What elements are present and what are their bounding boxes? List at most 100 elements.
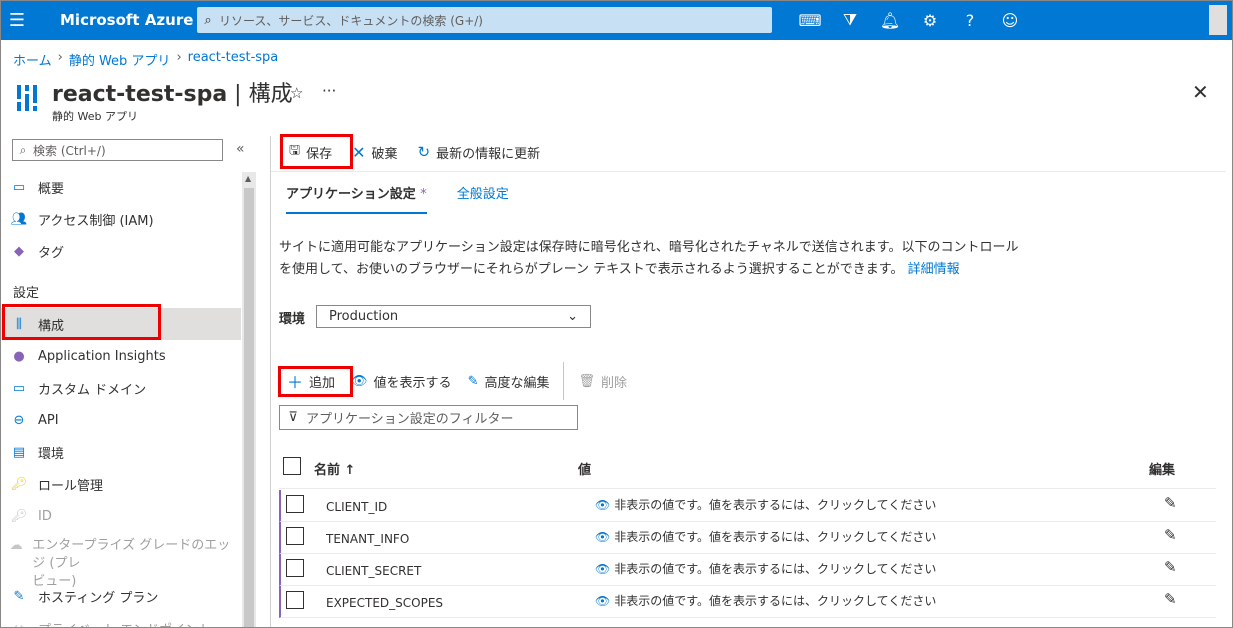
refresh-button[interactable]: ↻ 最新の情報に更新 [408,136,551,168]
close-icon[interactable]: ✕ [1192,80,1209,104]
sidebar-item-tags[interactable]: ◆ タグ [0,235,241,267]
identity-icon: 🔑︎ [10,508,28,524]
feedback-icon[interactable]: ☺ [990,0,1030,40]
sidebar-item-private-endpoint: ↔ プライベート エンドポイント [0,612,241,628]
row-checkbox[interactable] [286,559,304,577]
eye-icon: 👁︎ [351,373,368,389]
search-icon: ⌕ [19,142,27,157]
help-icon[interactable]: ? [950,0,990,40]
sidebar-item-hosting-plan[interactable]: ✎ ホスティング プラン [0,580,241,612]
hidden-value[interactable]: 👁︎ 非表示の値です。値を表示するには、クリックしてください [595,560,936,577]
hamburger-menu-icon[interactable]: ☰ [0,0,34,40]
sidebar-item-environment[interactable]: ▤ 環境 [0,436,241,468]
edit-pencil-icon[interactable]: ✎ [1164,558,1177,576]
description-text: サイトに適用可能なアプリケーション設定は保存時に暗号化され、暗号化されたチャネル… [279,240,1019,277]
breadcrumb-static-web-apps[interactable]: 静的 Web アプリ [69,50,171,69]
scroll-up-icon[interactable]: ▲ [245,174,251,183]
private-endpoint-icon: ↔ [13,620,25,628]
sidebar-search-input[interactable]: ⌕ 検索 (Ctrl+/) [12,139,223,161]
hidden-value[interactable]: 👁︎ 非表示の値です。値を表示するには、クリックしてください [595,592,936,609]
api-icon: ⊖ [13,412,25,428]
top-icon-bar: ⌨ ⧩ 🔔︎ ⚙ ? ☺ [790,0,1030,40]
collapse-sidebar-icon[interactable]: « [236,141,245,157]
avatar[interactable] [1209,5,1227,35]
delete-button: 🗑︎ 削除 [578,373,628,391]
chevron-right-icon: › [176,50,182,65]
sidebar-item-custom-domain[interactable]: ▭ カスタム ドメイン [0,372,241,404]
column-header-edit: 編集 [1149,463,1176,478]
edit-pencil-icon[interactable]: ✎ [1164,526,1177,544]
highlight-box-save [280,134,353,169]
toolbar-divider [271,171,1226,172]
directory-filter-icon[interactable]: ⧩ [830,0,870,40]
top-bar: ☰ Microsoft Azure ⌕ リソース、サービス、ドキュメントの検索 … [0,0,1233,40]
hidden-value[interactable]: 👁︎ 非表示の値です。値を表示するには、クリックしてください [595,496,936,513]
app-insights-icon: ● [13,348,25,364]
global-search-input[interactable]: ⌕ リソース、サービス、ドキュメントの検索 (G+/) [197,7,772,33]
table-row: EXPECTED_SCOPES 👁︎ 非表示の値です。値を表示するには、クリックし… [279,586,1216,618]
table-row: TENANT_INFO 👁︎ 非表示の値です。値を表示するには、クリックしてくださ… [279,522,1216,554]
sidebar-item-edge: ☁ エンタープライズ グレードのエッジ (プレ ビュー) [0,534,241,589]
tab-general-settings[interactable]: 全般設定 [457,183,509,214]
eye-icon: 👁︎ [595,561,611,576]
search-placeholder: リソース、サービス、ドキュメントの検索 (G+/) [219,13,483,28]
cloud-shell-icon[interactable]: ⌨ [790,0,830,40]
row-checkbox[interactable] [286,527,304,545]
edit-pencil-icon[interactable]: ✎ [1164,494,1177,512]
gear-icon[interactable]: ⚙ [910,0,950,40]
brand-logo[interactable]: Microsoft Azure [60,11,198,29]
column-header-name[interactable]: 名前 ↑ [314,459,355,478]
environment-dropdown[interactable]: Production ⌄ [316,305,591,328]
table-row: CLIENT_ID 👁︎ 非表示の値です。値を表示するには、クリックしてください … [279,490,1216,522]
chevron-right-icon: › [57,50,63,65]
environment-label: 環境 [279,312,306,327]
sidebar-scrollbar[interactable]: ▲ [242,172,256,628]
close-icon: ✕ [352,142,366,162]
search-icon: ⌕ [204,12,212,28]
iam-icon: 👥︎ [10,211,28,227]
sidebar-item-api[interactable]: ⊖ API [0,404,241,436]
pencil-icon: ✎ [467,373,479,389]
page-title: react-test-spa | 構成 [52,82,293,107]
bell-icon[interactable]: 🔔︎ [870,0,910,40]
setting-name: CLIENT_ID [326,500,388,514]
setting-name: EXPECTED_SCOPES [326,596,444,610]
chevron-down-icon: ⌄ [567,309,578,324]
sidebar: ⌕ 検索 (Ctrl+/) « ▲ ▭ 概要 👥︎ アクセス制御 (IAM) ◆… [0,136,258,628]
hidden-value[interactable]: 👁︎ 非表示の値です。値を表示するには、クリックしてください [595,528,936,545]
page-subtitle: 静的 Web アプリ [52,110,138,123]
column-header-value: 値 [578,463,592,478]
row-checkbox[interactable] [286,495,304,513]
highlight-box-add [278,366,353,397]
tag-icon: ◆ [14,243,24,259]
config-icon [16,85,38,111]
scroll-thumb[interactable] [244,188,254,628]
setting-name: CLIENT_SECRET [326,564,422,578]
select-all-checkbox[interactable] [283,457,301,475]
environment-icon: ▤ [12,444,26,460]
row-checkbox[interactable] [286,591,304,609]
show-values-button[interactable]: 👁︎ 値を表示する [343,372,460,391]
highlight-box-config [2,304,161,340]
tab-app-settings[interactable]: アプリケーション設定 * [286,183,427,214]
filter-icon: ⊽ [288,410,298,425]
refresh-icon: ↻ [417,143,431,161]
breadcrumb-resource[interactable]: react-test-spa [188,50,279,69]
eye-icon: 👁︎ [595,497,611,512]
hosting-plan-icon: ✎ [13,588,25,604]
breadcrumb-home[interactable]: ホーム [13,50,52,69]
tab-bar: アプリケーション設定 * 全般設定 [286,183,509,214]
sidebar-item-app-insights[interactable]: ● Application Insights [0,340,241,372]
edit-pencil-icon[interactable]: ✎ [1164,590,1177,608]
filter-input[interactable]: ⊽ アプリケーション設定のフィルター [279,405,578,430]
sidebar-item-role[interactable]: 🔑︎ ロール管理 [0,468,241,500]
more-options-icon[interactable]: ··· [322,82,336,100]
sidebar-item-iam[interactable]: 👥︎ アクセス制御 (IAM) [0,203,241,235]
star-icon[interactable]: ☆ [290,84,303,102]
edge-icon: ☁ [9,538,23,553]
overview-icon: ▭ [12,179,26,195]
advanced-edit-button[interactable]: ✎ 高度な編集 [460,372,558,391]
command-divider [563,362,565,400]
sidebar-item-overview[interactable]: ▭ 概要 [0,171,241,203]
learn-more-link[interactable]: 詳細情報 [908,262,960,277]
